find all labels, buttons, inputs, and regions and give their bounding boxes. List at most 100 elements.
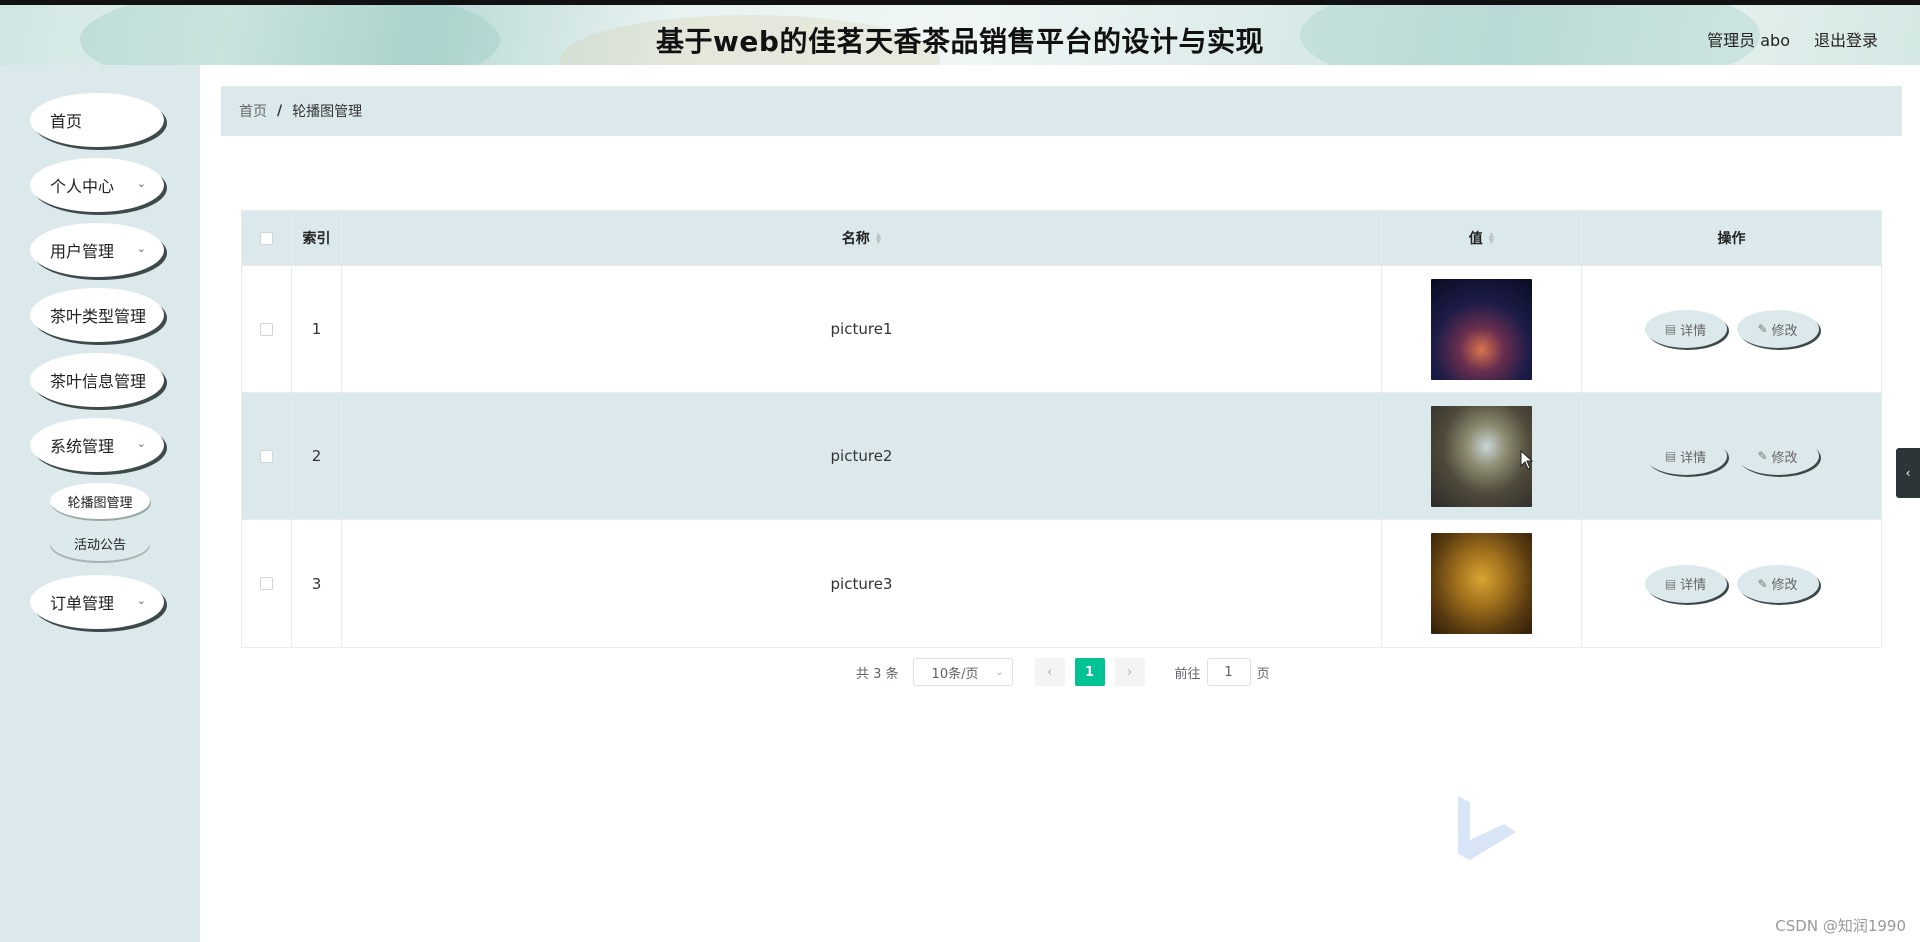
- column-header-value: 值: [1468, 231, 1483, 247]
- sidebar-item-system-management[interactable]: 系统管理 ⌄: [30, 418, 164, 472]
- row-checkbox[interactable]: [260, 449, 273, 463]
- row-checkbox-cell: [242, 266, 292, 392]
- sidebar-item-label: 用户管理: [50, 242, 115, 261]
- header-name[interactable]: 名称 ▲ ▼: [342, 211, 1382, 265]
- site-title: 基于web的佳茗天香茶品销售平台的设计与实现: [656, 25, 1264, 58]
- sidebar: 首页 个人中心 ⌄ 用户管理 ⌄ 茶叶类型管理 茶叶信息管理 系统管理 ⌄ 轮播…: [0, 65, 200, 942]
- edit-button-label: 修改: [1771, 323, 1798, 339]
- header-index: 索引: [292, 211, 342, 265]
- row-checkbox[interactable]: [260, 322, 273, 336]
- submenu-item-event-announcement[interactable]: 活动公告: [50, 525, 150, 561]
- row-ops: ▤ 详情 ✎ 修改: [1582, 520, 1881, 647]
- chevron-down-icon: ⌄: [995, 666, 1004, 678]
- detail-button-label: 详情: [1680, 323, 1707, 339]
- edit-button[interactable]: ✎ 修改: [1736, 437, 1819, 475]
- carousel-image[interactable]: [1431, 278, 1532, 380]
- user-area: 管理员 abo 退出登录: [1707, 27, 1878, 51]
- sidebar-item-order-management[interactable]: 订单管理 ⌄: [30, 575, 164, 629]
- chevron-down-icon: ⌄: [136, 242, 146, 255]
- prev-page-button[interactable]: ‹: [1034, 658, 1065, 686]
- column-header-index: 索引: [302, 231, 331, 247]
- row-name: picture2: [342, 393, 1382, 519]
- sort-icon[interactable]: ▲ ▼: [876, 232, 881, 245]
- chevron-down-icon: ⌄: [136, 177, 146, 190]
- goto-page: 前往 页: [1175, 658, 1270, 686]
- header: 基于web的佳茗天香茶品销售平台的设计与实现 管理员 abo 退出登录: [0, 5, 1920, 65]
- detail-button[interactable]: ▤ 详情: [1644, 564, 1727, 603]
- sidebar-item-tea-type-management[interactable]: 茶叶类型管理: [30, 288, 164, 342]
- document-icon: ▤: [1664, 576, 1677, 591]
- carousel-image[interactable]: [1431, 533, 1532, 634]
- edit-button-label: 修改: [1771, 578, 1798, 593]
- breadcrumb-separator: /: [277, 103, 283, 119]
- sort-icon[interactable]: ▲ ▼: [1489, 232, 1494, 245]
- document-icon: ▤: [1664, 322, 1677, 336]
- page-number-button[interactable]: 1: [1074, 658, 1105, 686]
- chevron-down-icon: ⌄: [136, 437, 146, 450]
- pagination: 共 3 条 10条/页 ⌄ ‹ 1 › 前往 页: [856, 658, 1270, 686]
- row-index: 3: [292, 520, 342, 647]
- sidebar-item-home[interactable]: 首页: [30, 93, 164, 147]
- row-name: picture3: [342, 520, 1382, 647]
- row-ops: ▤ 详情 ✎ 修改: [1582, 393, 1881, 519]
- select-all-checkbox[interactable]: [260, 231, 273, 245]
- breadcrumb-current: 轮播图管理: [292, 104, 363, 120]
- goto-prefix: 前往: [1174, 666, 1201, 682]
- sidebar-item-personal-center[interactable]: 个人中心 ⌄: [30, 158, 164, 212]
- row-index: 1: [292, 266, 342, 392]
- header-checkbox-cell: [242, 211, 292, 265]
- chevron-left-icon: ‹: [1046, 664, 1053, 680]
- detail-button[interactable]: ▤ 详情: [1644, 437, 1727, 475]
- detail-button[interactable]: ▤ 详情: [1644, 310, 1727, 348]
- admin-user-label[interactable]: 管理员 abo: [1707, 27, 1790, 51]
- logout-button[interactable]: 退出登录: [1814, 27, 1878, 51]
- edit-icon: ✎: [1757, 576, 1768, 591]
- goto-page-input[interactable]: [1206, 658, 1251, 686]
- edit-button[interactable]: ✎ 修改: [1736, 310, 1819, 348]
- table-row: 3 picture3 ▤ 详情 ✎ 修改: [242, 520, 1881, 647]
- row-checkbox-cell: [242, 520, 292, 647]
- edit-icon: ✎: [1757, 322, 1768, 336]
- carousel-table: 索引 名称 ▲ ▼ 值 ▲ ▼ 操作 1 picture1 ▤ 详情 ✎ 修改 …: [241, 210, 1882, 648]
- page-size-value: 10条/页: [931, 666, 979, 682]
- table-header-row: 索引 名称 ▲ ▼ 值 ▲ ▼ 操作: [242, 211, 1881, 266]
- chevron-right-icon: ›: [1126, 664, 1133, 680]
- row-checkbox[interactable]: [260, 577, 273, 590]
- sidebar-item-label: 首页: [50, 112, 83, 131]
- edit-button-label: 修改: [1771, 450, 1798, 466]
- submenu-item-label: 活动公告: [73, 537, 126, 553]
- chevron-left-icon: ‹: [1905, 466, 1911, 480]
- edit-icon: ✎: [1757, 449, 1768, 463]
- carousel-image[interactable]: [1431, 405, 1532, 507]
- sidebar-item-label: 茶叶类型管理: [50, 307, 147, 326]
- credit-watermark: CSDN @知润1990: [1775, 917, 1906, 935]
- breadcrumb: 首页 / 轮播图管理: [221, 86, 1902, 136]
- watermark-logo-icon: [1458, 796, 1516, 860]
- next-page-button[interactable]: ›: [1114, 658, 1145, 686]
- breadcrumb-home-link[interactable]: 首页: [239, 101, 267, 121]
- detail-button-label: 详情: [1680, 578, 1707, 593]
- page-size-select[interactable]: 10条/页 ⌄: [912, 658, 1013, 686]
- row-index: 2: [292, 393, 342, 519]
- row-image-cell: [1382, 520, 1582, 647]
- submenu-item-carousel-management[interactable]: 轮播图管理: [50, 483, 150, 519]
- sidebar-item-user-management[interactable]: 用户管理 ⌄: [30, 223, 164, 277]
- table-row: 2 picture2 ▤ 详情 ✎ 修改: [242, 393, 1881, 520]
- row-image-cell: [1382, 266, 1582, 392]
- edit-button[interactable]: ✎ 修改: [1736, 564, 1819, 603]
- pagination-total: 共 3 条: [856, 666, 899, 682]
- sidebar-item-tea-info-management[interactable]: 茶叶信息管理: [30, 353, 164, 407]
- side-panel-toggle[interactable]: ‹: [1896, 448, 1920, 498]
- sidebar-item-label: 订单管理: [50, 594, 115, 613]
- row-ops: ▤ 详情 ✎ 修改: [1582, 266, 1881, 392]
- document-icon: ▤: [1664, 449, 1677, 463]
- sidebar-item-label: 个人中心: [50, 177, 115, 196]
- header-ops: 操作: [1582, 211, 1881, 265]
- chevron-down-icon: ⌄: [136, 594, 146, 607]
- header-value[interactable]: 值 ▲ ▼: [1382, 211, 1582, 265]
- submenu-item-label: 轮播图管理: [67, 495, 133, 511]
- mouse-cursor-icon: [1520, 450, 1534, 470]
- column-header-ops: 操作: [1717, 231, 1746, 247]
- table-row: 1 picture1 ▤ 详情 ✎ 修改: [242, 266, 1881, 393]
- row-image-cell: [1382, 393, 1582, 519]
